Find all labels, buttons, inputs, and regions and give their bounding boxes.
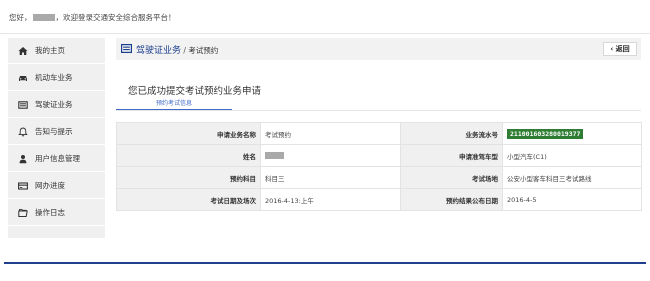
- welcome-greeting: 您好， ，欢迎登录交通安全综合服务平台！: [9, 12, 176, 23]
- name-label: 姓名: [116, 144, 261, 167]
- user-icon: [18, 154, 28, 164]
- exam-subject-label: 预约科目: [116, 166, 261, 189]
- name-cell: [260, 144, 401, 167]
- breadcrumb-current: 考试预约: [188, 46, 219, 55]
- redacted-name: [265, 151, 284, 159]
- exam-date-session-label: 考试日期及场次: [116, 188, 261, 211]
- serial-number-badge: 211001603280019377: [507, 128, 584, 139]
- sidebar-item-label: 用户信息管理: [35, 154, 80, 163]
- tab-divider: [116, 110, 641, 111]
- sidebar-item-notices[interactable]: 告知与提示: [8, 119, 105, 145]
- sidebar-item-label: 告知与提示: [35, 127, 73, 136]
- table-row: 姓名 申请准驾车型 小型汽车(C1): [116, 144, 642, 167]
- exam-subject-value: 科目三: [260, 166, 401, 189]
- sidebar: 我的主页 机动车业务 驾驶证业务 告知与提示 用户信息管理 网办进度 操作日志: [8, 38, 105, 238]
- log-icon: [18, 208, 28, 218]
- home-icon: [18, 46, 28, 56]
- success-message: 您已成功提交考试预约业务申请: [128, 86, 262, 97]
- footer-divider: [4, 262, 646, 264]
- tab-label: 预约考试信息: [155, 100, 192, 107]
- serial-number-cell: 211001603280019377: [502, 122, 642, 145]
- table-row: 考试日期及场次 2016-4-13:上午 预约结果公布日期 2016-4-5: [116, 188, 642, 211]
- progress-card-icon: [18, 181, 28, 191]
- serial-number-label: 业务流水号: [400, 122, 503, 145]
- sidebar-item-vehicle[interactable]: 机动车业务: [8, 65, 105, 91]
- table-row: 预约科目 科目三 考试场地 公安小型客车科目三考试路线: [116, 166, 642, 189]
- sidebar-item-license[interactable]: 驾驶证业务: [8, 92, 105, 118]
- sidebar-item-operation-log[interactable]: 操作日志: [8, 200, 105, 226]
- result-publish-date-value: 2016-4-5: [502, 188, 642, 211]
- top-bar: 您好， ，欢迎登录交通安全综合服务平台！: [0, 0, 650, 34]
- back-button-label: ‹ 返回: [610, 45, 630, 53]
- exam-venue-value: 公安小型客车科目三考试路线: [502, 166, 642, 189]
- result-publish-date-label: 预约结果公布日期: [400, 188, 503, 211]
- breadcrumb: 驾驶证业务 / 考试预约: [136, 43, 218, 56]
- car-icon: [18, 73, 28, 83]
- exam-venue-label: 考试场地: [400, 166, 503, 189]
- license-card-icon: [18, 100, 28, 110]
- greeting-prefix: 您好，: [9, 13, 32, 22]
- vehicle-class-value: 小型汽车(C1): [502, 144, 642, 167]
- sidebar-item-progress[interactable]: 网办进度: [8, 173, 105, 199]
- sidebar-item-label: 我的主页: [35, 46, 65, 55]
- exam-date-session-value: 2016-4-13:上午: [260, 188, 401, 211]
- sidebar-item-label: 机动车业务: [35, 73, 73, 82]
- redacted-username: [32, 14, 55, 21]
- table-row: 申请业务名称 考试预约 业务流水号 211001603280019377: [116, 122, 642, 145]
- vehicle-class-label: 申请准驾车型: [400, 144, 503, 167]
- business-name-label: 申请业务名称: [116, 122, 261, 145]
- bell-icon: [18, 127, 28, 137]
- back-button[interactable]: ‹ 返回: [603, 42, 637, 56]
- breadcrumb-bar: 驾驶证业务 / 考试预约 ‹ 返回: [116, 38, 641, 60]
- greeting-suffix: ，欢迎登录交通安全综合服务平台！: [55, 13, 176, 22]
- appointment-info-table: 申请业务名称 考试预约 业务流水号 211001603280019377 姓名 …: [116, 122, 642, 211]
- sidebar-item-label: 驾驶证业务: [35, 100, 73, 109]
- page-title[interactable]: 驾驶证业务: [136, 46, 181, 56]
- sidebar-item-home[interactable]: 我的主页: [8, 38, 105, 64]
- card-list-icon: [121, 44, 133, 54]
- sidebar-item-label: 网办进度: [35, 181, 65, 190]
- sidebar-item-label: 操作日志: [35, 208, 65, 217]
- sidebar-item-user-info[interactable]: 用户信息管理: [8, 146, 105, 172]
- business-name-value: 考试预约: [260, 122, 401, 145]
